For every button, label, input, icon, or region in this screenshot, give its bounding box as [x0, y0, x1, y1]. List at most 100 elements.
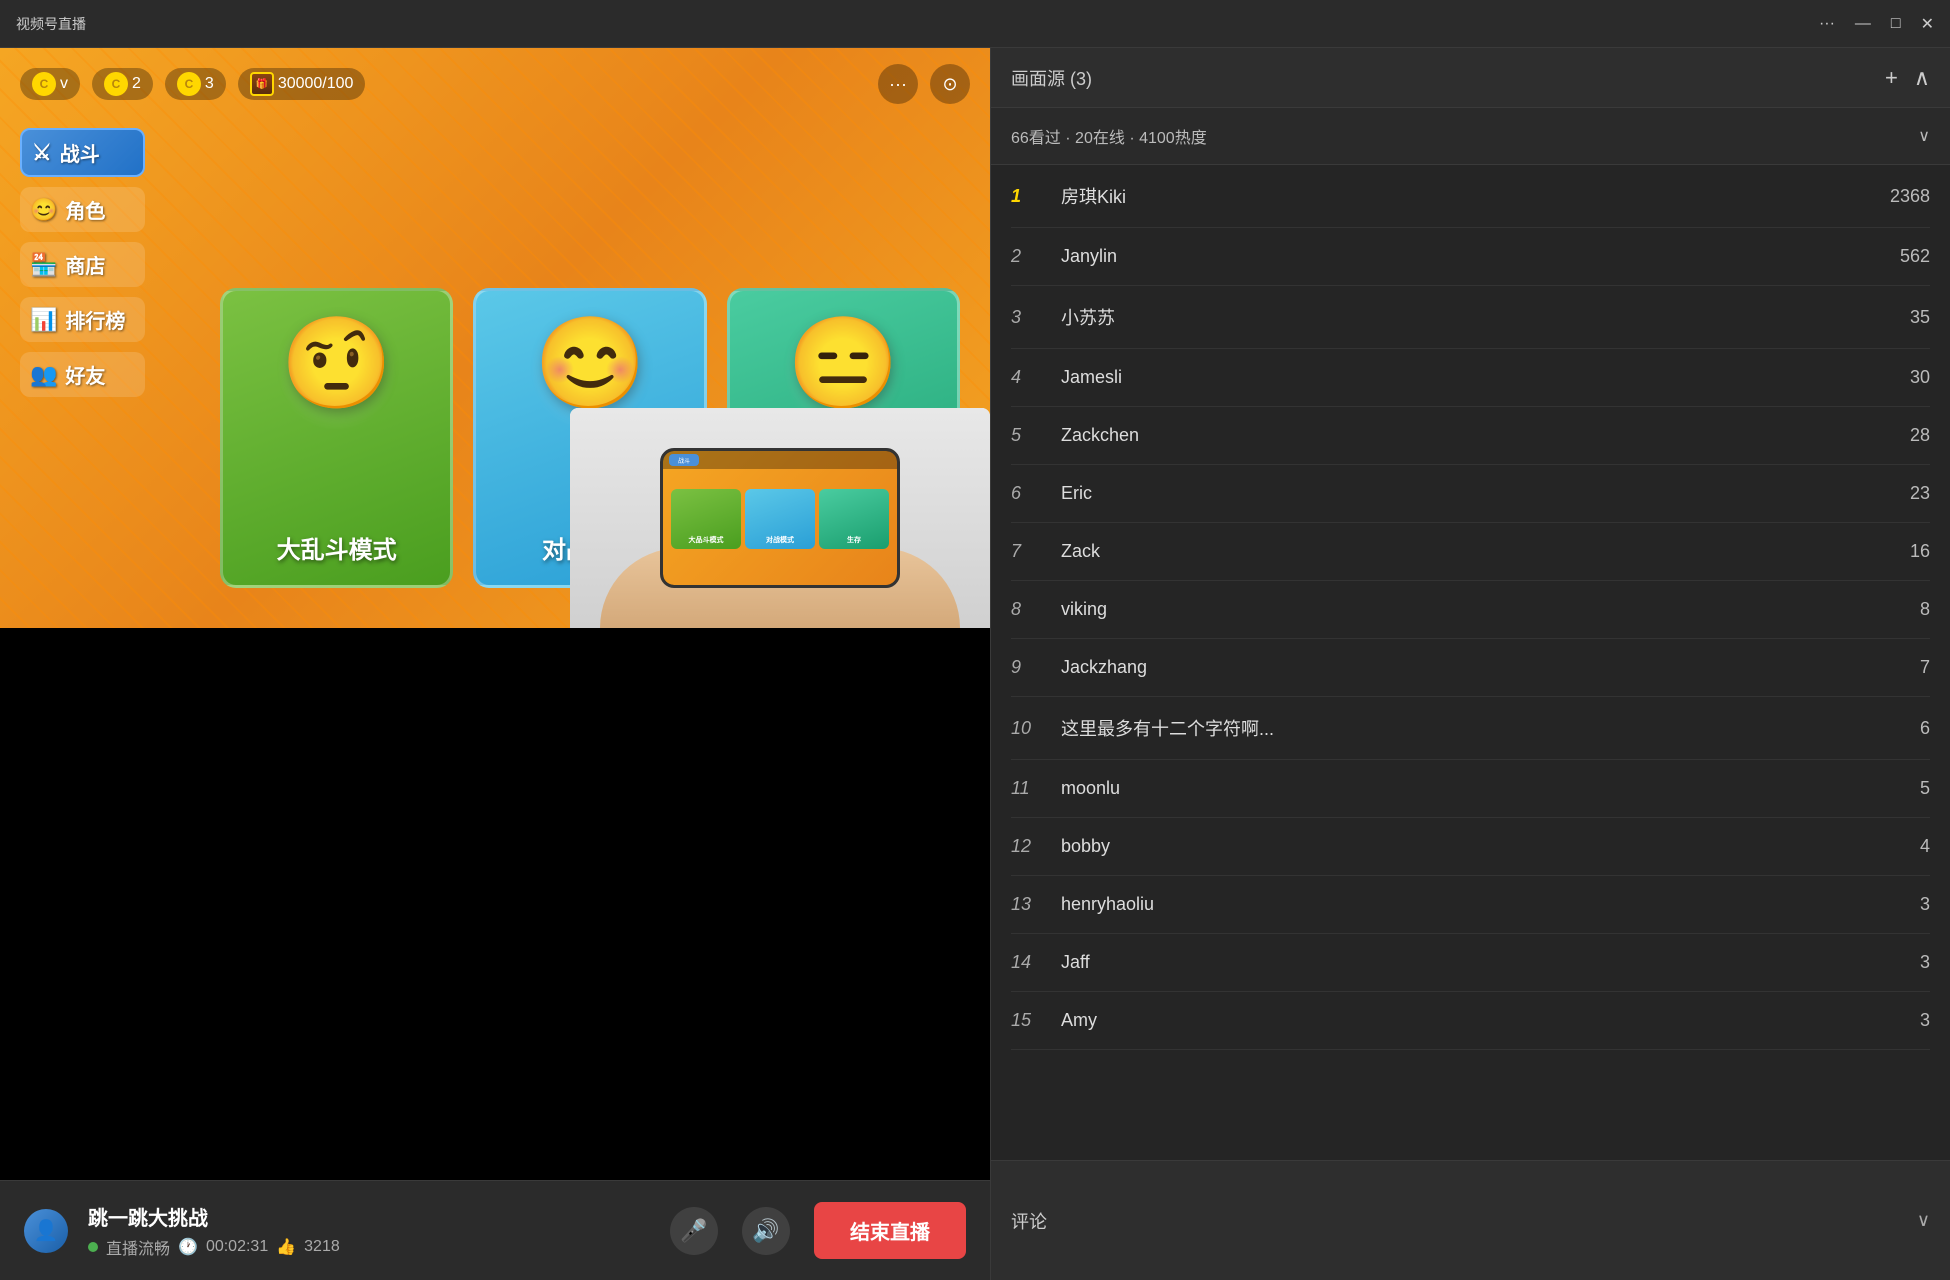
phone-overlay: 战斗 大品斗模式 对战模式 生存: [570, 408, 990, 628]
target-button[interactable]: ⊙: [930, 64, 970, 104]
rank-number: 13: [1011, 894, 1051, 915]
rank-number: 10: [1011, 718, 1051, 739]
rank-name: viking: [1051, 599, 1920, 620]
game-hud: C v C 2 C 3 🎁 30000/100: [20, 64, 970, 104]
coin-2: C 2: [92, 68, 153, 100]
rank-name: Jaff: [1051, 952, 1920, 973]
minimize-button[interactable]: —: [1855, 14, 1871, 34]
menu-friends[interactable]: 👥 好友: [20, 352, 145, 397]
card-emoji-3: 😑: [787, 311, 899, 416]
table-row: 7Zack16: [1011, 523, 1930, 581]
rank-score: 35: [1910, 307, 1930, 328]
menu-character[interactable]: 😊 角色: [20, 187, 145, 232]
chest-value: 30000/100: [278, 75, 354, 93]
menu-battle[interactable]: ⚔ 战斗: [20, 128, 145, 177]
end-stream-button[interactable]: 结束直播: [814, 1202, 966, 1259]
add-source-button[interactable]: +: [1885, 65, 1898, 91]
rank-score: 7: [1920, 657, 1930, 678]
comments-chevron[interactable]: ∨: [1917, 1210, 1930, 1231]
leaderboard: 1房琪Kiki23682Janylin5623小苏苏354Jamesli305Z…: [991, 165, 1950, 1160]
game-menu: ⚔ 战斗 😊 角色 🏪 商店 📊 排行榜: [20, 128, 145, 397]
rank-name: Zack: [1051, 541, 1910, 562]
table-row: 15Amy3: [1011, 992, 1930, 1050]
comments-label: 评论: [1011, 1208, 1047, 1234]
phone-mini-cards: 大品斗模式 对战模式 生存: [663, 469, 897, 557]
rank-score: 6: [1920, 718, 1930, 739]
rank-name: Janylin: [1051, 246, 1900, 267]
table-row: 10这里最多有十二个字符啊...6: [1011, 697, 1930, 760]
avatar: 👤: [24, 1209, 68, 1253]
rank-score: 4: [1920, 836, 1930, 857]
phone-device: 战斗 大品斗模式 对战模式 生存: [660, 448, 900, 588]
coin-icon-2: C: [104, 72, 128, 96]
rank-number: 11: [1011, 778, 1051, 799]
rank-name: Amy: [1051, 1010, 1920, 1031]
coin-1: C v: [20, 68, 80, 100]
rank-number: 15: [1011, 1010, 1051, 1031]
rank-score: 2368: [1890, 186, 1930, 207]
rank-score: 3: [1920, 952, 1930, 973]
maximize-button[interactable]: □: [1891, 14, 1901, 34]
rank-name: 房琪Kiki: [1051, 183, 1890, 209]
table-row: 11moonlu5: [1011, 760, 1930, 818]
rank-score: 16: [1910, 541, 1930, 562]
rank-name: Eric: [1051, 483, 1910, 504]
rank-number: 7: [1011, 541, 1051, 562]
views-count: 66看过 · 20在线 · 4100热度: [1011, 124, 1207, 148]
stats-chevron[interactable]: ∨: [1918, 126, 1930, 146]
menu-shop-label: 商店: [65, 250, 105, 279]
rank-score: 3: [1920, 1010, 1930, 1031]
card-title-1: 大乱斗模式: [223, 530, 450, 565]
rank-score: 23: [1910, 483, 1930, 504]
card-emoji-2: 😊: [534, 311, 646, 416]
rank-name: henryhaoliu: [1051, 894, 1920, 915]
rank-number: 9: [1011, 657, 1051, 678]
rank-name: 小苏苏: [1051, 304, 1910, 330]
rank-score: 8: [1920, 599, 1930, 620]
bottom-bar: 👤 跳一跳大挑战 直播流畅 🕐 00:02:31 👍 3218 🎤 🔊: [0, 1180, 990, 1280]
more-options-button[interactable]: ···: [1819, 14, 1835, 34]
menu-shop[interactable]: 🏪 商店: [20, 242, 145, 287]
menu-battle-label: 战斗: [60, 138, 100, 167]
speaker-button[interactable]: 🔊: [742, 1207, 790, 1255]
table-row: 13henryhaoliu3: [1011, 876, 1930, 934]
table-row: 4Jamesli30: [1011, 349, 1930, 407]
microphone-icon: 🎤: [680, 1218, 707, 1244]
rank-name: 这里最多有十二个字符啊...: [1051, 715, 1920, 741]
close-button[interactable]: ✕: [1921, 14, 1934, 34]
rank-name: Jackzhang: [1051, 657, 1920, 678]
coin-icon-3: C: [177, 72, 201, 96]
video-area: C v C 2 C 3 🎁 30000/100: [0, 48, 990, 1280]
menu-dots-button[interactable]: ···: [878, 64, 918, 104]
card-battle-royale[interactable]: 🤨 大乱斗模式: [220, 288, 453, 588]
phone-card-3: 生存: [819, 489, 889, 549]
table-row: 12bobby4: [1011, 818, 1930, 876]
rank-number: 14: [1011, 952, 1051, 973]
ranking-icon: 📊: [30, 307, 57, 333]
status-label: 直播流畅: [106, 1235, 170, 1259]
rank-number: 5: [1011, 425, 1051, 446]
collapse-panel-button[interactable]: ∧: [1914, 65, 1930, 91]
table-row: 2Janylin562: [1011, 228, 1930, 286]
stream-status: 直播流畅 🕐 00:02:31 👍 3218: [88, 1235, 340, 1259]
panel-header: 画面源 (3) + ∧: [991, 48, 1950, 108]
panel-title: 画面源 (3): [1011, 65, 1092, 91]
hud-right-buttons: ··· ⊙: [878, 64, 970, 104]
rank-score: 562: [1900, 246, 1930, 267]
microphone-button[interactable]: 🎤: [670, 1207, 718, 1255]
panel-header-buttons: + ∧: [1885, 65, 1930, 91]
bottom-controls: 🎤 🔊 结束直播: [670, 1202, 966, 1259]
phone-card-1: 大品斗模式: [671, 489, 741, 549]
chest-icon: 🎁: [250, 72, 274, 96]
rank-name: bobby: [1051, 836, 1920, 857]
table-row: 6Eric23: [1011, 465, 1930, 523]
rank-score: 3: [1920, 894, 1930, 915]
menu-ranking[interactable]: 📊 排行榜: [20, 297, 145, 342]
table-row: 8viking8: [1011, 581, 1930, 639]
rank-number: 4: [1011, 367, 1051, 388]
stream-title: 跳一跳大挑战: [88, 1202, 340, 1231]
phone-hands: 战斗 大品斗模式 对战模式 生存: [570, 408, 990, 628]
comments-section[interactable]: 评论 ∨: [991, 1160, 1950, 1280]
likes-count: 3218: [304, 1238, 340, 1256]
chest-counter: 🎁 30000/100: [238, 68, 366, 100]
